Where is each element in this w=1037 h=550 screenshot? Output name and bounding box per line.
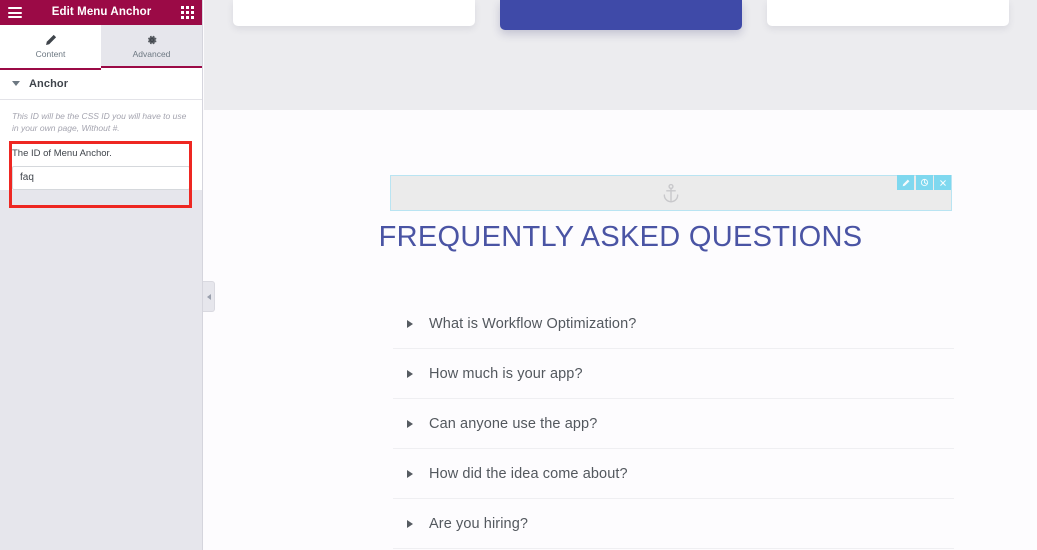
anchor-icon (661, 182, 681, 204)
panel-collapse-handle[interactable] (203, 281, 215, 312)
pencil-icon (45, 34, 57, 46)
panel-tabs: Content Advanced (0, 25, 202, 70)
faq-heading: FREQUENTLY ASKED QUESTIONS (378, 221, 863, 253)
chevron-left-icon (206, 293, 211, 300)
faq-item[interactable]: Can anyone use the app? (393, 399, 954, 449)
edit-widget-button[interactable] (897, 175, 914, 190)
faq-item[interactable]: What is Workflow Optimization? (393, 299, 954, 349)
faq-question: Are you hiring? (429, 515, 529, 532)
faq-item[interactable]: Are you hiring? (393, 499, 954, 549)
remove-widget-button[interactable] (934, 175, 951, 190)
faq-question: How much is your app? (429, 365, 583, 382)
caret-right-icon (407, 369, 413, 378)
panel-title: Edit Menu Anchor (51, 5, 152, 18)
preview-canvas: FREQUENTLY ASKED QUESTIONS What is Workf… (204, 0, 1037, 550)
caret-right-icon (407, 419, 413, 428)
section-title: Anchor (29, 77, 69, 90)
tab-advanced-label: Advanced (132, 49, 171, 59)
editor-panel: Edit Menu Anchor Content Advanced Anchor… (0, 0, 203, 550)
pricing-cards-row (204, 0, 1037, 30)
hamburger-icon[interactable] (8, 7, 22, 18)
pricing-card-center[interactable] (499, 0, 742, 30)
faq-question: Can anyone use the app? (429, 415, 598, 432)
pricing-card-left[interactable] (232, 0, 475, 26)
menu-anchor-widget[interactable] (390, 175, 952, 211)
tab-advanced[interactable]: Advanced (101, 25, 202, 68)
widget-toolbar (897, 175, 951, 190)
duplicate-widget-button[interactable] (915, 175, 933, 190)
panel-header: Edit Menu Anchor (0, 0, 202, 25)
tab-content-label: Content (35, 49, 66, 59)
chevron-down-icon (12, 81, 20, 86)
tab-content[interactable]: Content (0, 25, 101, 70)
caret-right-icon (407, 519, 413, 528)
section-header-anchor[interactable]: Anchor (0, 68, 202, 100)
faq-question: What is Workflow Optimization? (429, 315, 637, 332)
screen-root: Edit Menu Anchor Content Advanced Anchor… (0, 0, 1037, 550)
faq-item[interactable]: How much is your app? (393, 349, 954, 399)
faq-item[interactable]: How did the idea come about? (393, 449, 954, 499)
section-body-anchor: This ID will be the CSS ID you will have… (0, 100, 202, 190)
anchor-id-label: The ID of Menu Anchor. (12, 147, 112, 159)
caret-right-icon (407, 469, 413, 478)
caret-right-icon (407, 319, 413, 328)
anchor-helper-text: This ID will be the CSS ID you will have… (12, 111, 187, 134)
grid-icon[interactable] (181, 6, 194, 19)
faq-accordion: What is Workflow Optimization? How much … (393, 299, 954, 549)
anchor-id-input[interactable] (12, 165, 190, 190)
faq-question: How did the idea come about? (429, 465, 628, 482)
pricing-card-right[interactable] (766, 0, 1009, 26)
gear-icon (146, 34, 158, 46)
